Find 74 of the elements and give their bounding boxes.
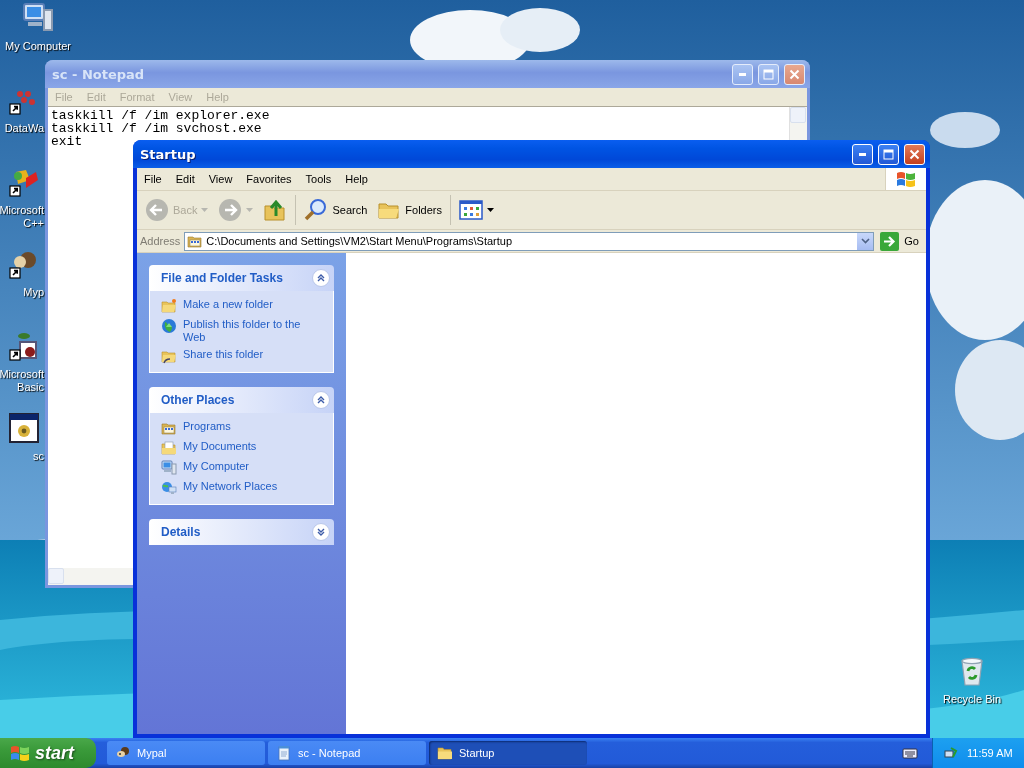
task-link[interactable]: Make a new folder xyxy=(183,298,313,311)
caret-icon xyxy=(860,238,870,244)
search-button[interactable]: Search xyxy=(300,194,372,226)
menu-item[interactable]: File xyxy=(137,170,169,188)
text-line: taskkill /f /im svchost.exe xyxy=(51,122,262,135)
network-status-icon[interactable] xyxy=(943,745,959,761)
text-line: exit xyxy=(51,135,84,148)
expand-button[interactable] xyxy=(312,523,330,541)
programs-folder-icon xyxy=(161,420,177,436)
icon-label: DataWa xyxy=(4,122,44,135)
start-button[interactable]: start xyxy=(0,738,96,768)
window-title: Startup xyxy=(140,146,197,162)
close-icon xyxy=(909,148,920,160)
shared-folder-icon xyxy=(161,348,177,364)
maximize-icon xyxy=(883,148,894,160)
text-line: taskkill /f /im explorer.exe xyxy=(51,109,271,122)
folder-icon xyxy=(437,745,453,761)
folders-button[interactable]: Folders xyxy=(373,194,446,226)
programs-folder-icon xyxy=(187,233,204,249)
chevron-icon xyxy=(317,528,325,536)
icon-label: Recycle Bin xyxy=(942,693,1002,706)
network-icon xyxy=(161,480,177,496)
taskbar-button[interactable]: Startup xyxy=(429,741,587,765)
task-link[interactable]: Share this folder xyxy=(183,348,313,361)
taskbar-button[interactable]: Mypal xyxy=(107,741,265,765)
program-icon[interactable] xyxy=(8,330,40,362)
window-title: sc - Notepad xyxy=(52,66,146,82)
computer-icon xyxy=(161,460,177,476)
icon-label: Myp xyxy=(23,286,44,299)
chevron-icon xyxy=(317,274,325,282)
minimize-icon xyxy=(738,72,747,76)
menu-item[interactable]: Edit xyxy=(168,170,202,188)
icon-label: Microsoft xyxy=(0,368,44,381)
icon-label: sc xyxy=(33,450,44,463)
icon-label: Microsoft xyxy=(0,204,44,217)
menu-item[interactable]: Favorites xyxy=(239,170,299,188)
search-icon xyxy=(304,198,329,222)
task-link[interactable]: My Documents xyxy=(183,440,313,453)
menu-item[interactable]: View xyxy=(201,170,240,188)
new-folder-icon xyxy=(161,298,177,314)
menu-item[interactable]: Tools xyxy=(298,170,339,188)
windows-flag-icon xyxy=(895,170,917,188)
icon-label: My Computer xyxy=(5,40,71,53)
collapse-button[interactable] xyxy=(312,269,330,287)
panel-header[interactable]: Other Places xyxy=(149,387,334,413)
computer-icon[interactable] xyxy=(22,2,54,34)
views-icon xyxy=(459,198,483,222)
up-folder-icon xyxy=(263,198,288,222)
panel-header[interactable]: Details xyxy=(149,519,334,545)
task-link[interactable]: My Network Places xyxy=(183,480,313,493)
script-file-icon[interactable] xyxy=(8,412,40,444)
close-icon xyxy=(789,68,800,80)
keyboard-icon[interactable] xyxy=(902,745,918,761)
chevron-icon xyxy=(317,396,325,404)
menu-item[interactable]: Help xyxy=(338,170,375,188)
notepad-icon xyxy=(276,745,292,761)
maximize-icon xyxy=(763,68,774,80)
taskbar-button[interactable]: sc - Notepad xyxy=(268,741,426,765)
windows-flag-icon xyxy=(10,744,30,762)
minimize-icon xyxy=(858,152,867,156)
collapse-button[interactable] xyxy=(312,391,330,409)
address-field[interactable]: C:\Documents and Settings\VM2\Start Menu\Programs\Startup xyxy=(184,231,875,251)
icon-label: Basic xyxy=(17,381,44,394)
icon-label: C++ xyxy=(23,217,44,230)
clock: 11:59 AM xyxy=(967,747,1013,759)
panel-header[interactable]: File and Folder Tasks xyxy=(149,265,334,291)
address-label: Address xyxy=(140,235,181,247)
documents-icon xyxy=(161,440,177,456)
dropdown-button[interactable] xyxy=(857,232,874,250)
go-button[interactable]: Go xyxy=(878,231,923,251)
task-link[interactable]: Publish this folder to the Web xyxy=(183,318,313,344)
task-link[interactable]: My Computer xyxy=(183,460,313,473)
globe-icon xyxy=(161,318,177,334)
task-link[interactable]: Programs xyxy=(183,420,313,433)
